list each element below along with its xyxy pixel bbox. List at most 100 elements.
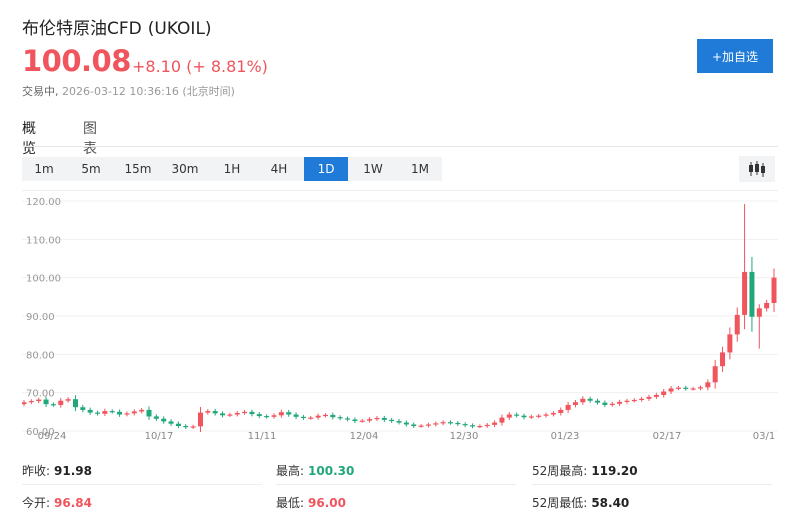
candle-body [749, 271, 755, 317]
candle-body [80, 407, 86, 410]
candle-body [521, 415, 527, 418]
chart-type-button[interactable] [739, 156, 775, 182]
candle-body [734, 314, 740, 335]
candle-body [550, 412, 556, 415]
candle-body [697, 387, 703, 389]
y-tick-label: 110.00 [26, 235, 61, 246]
candle-body [477, 426, 483, 428]
stats-panel: 昨收: 91.98 最高: 100.30 52周最高: 119.20 今开: 96.84… [22, 458, 778, 520]
y-tick-label: 100.00 [26, 274, 61, 285]
candle-body [124, 413, 130, 415]
range-15m[interactable]: 15m [116, 157, 160, 181]
candle-body [624, 400, 630, 402]
range-4h[interactable]: 4H [257, 157, 301, 181]
candle-body [617, 401, 623, 404]
stat-prev-close: 昨收: 91.98 [22, 464, 93, 478]
candle-body [139, 409, 145, 412]
y-tick-label: 90.00 [26, 312, 55, 323]
candle-body [771, 277, 777, 303]
candle-body [609, 403, 615, 405]
candle-body [352, 419, 358, 422]
candle-body [87, 409, 93, 413]
candle-body [433, 423, 439, 425]
range-30m[interactable]: 30m [163, 157, 207, 181]
timestamp: 2026-03-12 10:36:16 (北京时间) [62, 85, 235, 98]
candle-body [631, 399, 637, 402]
candle-body [484, 424, 490, 427]
candle-body [146, 409, 152, 417]
instrument-title: 布伦特原油CFD (UKOIL) [22, 14, 212, 39]
candle-body [572, 402, 578, 405]
stats-divider [532, 484, 772, 485]
candle-body [264, 416, 270, 418]
stats-divider [276, 484, 516, 485]
candle-body [462, 424, 468, 426]
candle-body [470, 425, 476, 427]
candle-body [337, 417, 343, 419]
range-1h[interactable]: 1H [210, 157, 254, 181]
candle-body [28, 401, 34, 403]
candle-body [175, 423, 181, 427]
candlestick-chart: 120.00110.00100.0090.0080.0070.0060.0009… [21, 197, 778, 442]
candle-body [418, 425, 424, 427]
candle-body [197, 412, 203, 427]
candle-body [293, 414, 299, 417]
candle-body [514, 414, 520, 416]
candle-body [308, 417, 314, 419]
candle-body [256, 414, 262, 417]
candle-body [425, 424, 431, 426]
candle-body [345, 418, 351, 420]
candle-body [249, 411, 255, 415]
candle-body [227, 414, 233, 416]
candle-body [131, 411, 137, 414]
range-1d[interactable]: 1D [304, 157, 348, 181]
candle-body [675, 387, 681, 389]
range-selector: 1m 5m 15m 30m 1H 4H 1D 1W 1M [22, 157, 442, 181]
candle-body [705, 382, 711, 388]
candle-body [212, 411, 218, 414]
candle-body [455, 422, 461, 425]
range-5m[interactable]: 5m [69, 157, 113, 181]
candle-body [367, 419, 373, 421]
price-change: +8.10 (+ 8.81%) [132, 57, 268, 76]
x-tick-label: 03/1 [753, 431, 775, 441]
instrument-code: (UKOIL) [147, 19, 212, 39]
y-tick-label: 80.00 [26, 350, 55, 361]
x-tick-label: 10/17 [145, 431, 174, 441]
instrument-name: 布伦特原油CFD [22, 19, 142, 39]
x-tick-label: 09/24 [38, 431, 67, 441]
candle-body [95, 412, 101, 414]
candle-body [536, 415, 542, 417]
range-1m[interactable]: 1m [22, 157, 66, 181]
candle-body [543, 414, 549, 416]
candle-body [183, 426, 189, 428]
candle-body [234, 412, 240, 415]
candle-body [742, 271, 748, 315]
range-1w[interactable]: 1W [351, 157, 395, 181]
range-1mo[interactable]: 1M [398, 157, 442, 181]
x-tick-label: 01/23 [551, 431, 580, 441]
stats-divider [22, 484, 262, 485]
candle-body [102, 411, 108, 414]
y-tick-label: 120.00 [26, 197, 61, 208]
candle-body [359, 420, 365, 422]
price-chart[interactable]: 120.00 110.00 100.00 90.00 80.00 70.00 60.00 09… [21, 190, 778, 442]
stat-52w-low: 52周最低: 58.40 [532, 496, 630, 510]
candle-body [300, 416, 306, 419]
candle-body [396, 421, 402, 423]
candle-body [492, 422, 498, 425]
stat-high: 最高: 100.30 [276, 464, 355, 478]
candle-body [447, 422, 453, 424]
candle-body [499, 417, 505, 423]
x-tick-label: 02/17 [653, 431, 682, 441]
candle-body [668, 388, 674, 392]
candle-body [330, 414, 336, 418]
candle-body [190, 426, 196, 428]
x-tick-label: 11/11 [248, 431, 277, 441]
candle-body [639, 398, 645, 400]
candle-body [242, 411, 248, 414]
candle-body [506, 414, 512, 418]
candle-body [220, 413, 226, 416]
add-watchlist-button[interactable]: +加自选 [697, 39, 773, 73]
candle-body [286, 412, 292, 415]
